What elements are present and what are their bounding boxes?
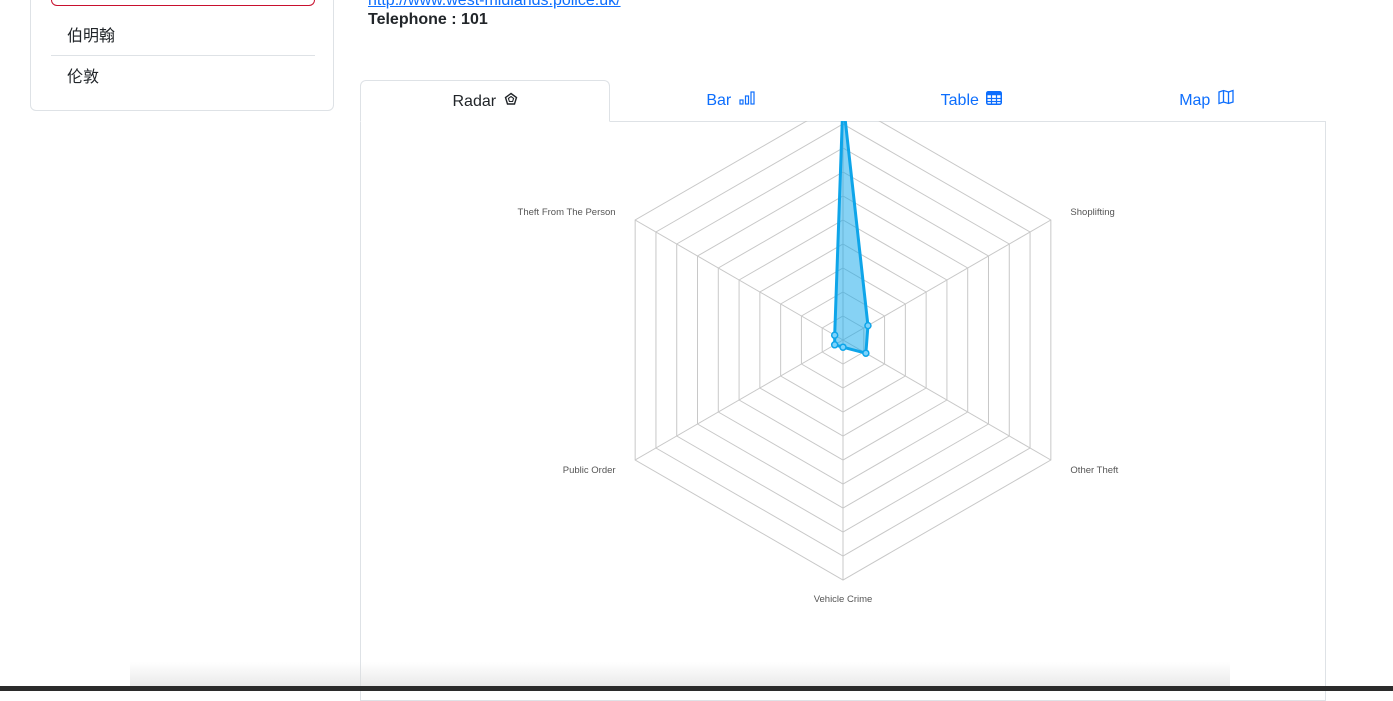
- radar-axis-label: Vehicle Crime: [814, 594, 873, 605]
- tab-bar-label: Bar: [706, 92, 732, 110]
- sidebar-item-birmingham[interactable]: 伯明翰: [51, 16, 315, 56]
- city-list-card: 伯明翰 伦敦: [30, 0, 334, 111]
- telephone-text: Telephone : 101: [368, 11, 488, 28]
- radar-data-point[interactable]: [830, 341, 839, 349]
- radar-axis-label: Theft From The Person: [518, 207, 616, 218]
- radar-data-point[interactable]: [839, 343, 847, 351]
- table-icon: [986, 80, 1003, 122]
- tab-bar[interactable]: Bar: [610, 80, 851, 122]
- sidebar-item-london[interactable]: 伦敦: [51, 57, 315, 97]
- radar-axis-label: Other Theft: [1070, 465, 1118, 476]
- map-icon: [1218, 80, 1234, 122]
- window-shadow: [130, 662, 1230, 686]
- window-bottom-edge: [0, 686, 1393, 691]
- bar-chart-icon: [739, 80, 755, 122]
- tab-radar-label: Radar: [452, 93, 497, 111]
- radar-axis-label: Shoplifting: [1070, 207, 1114, 218]
- radar-data-point[interactable]: [862, 349, 870, 357]
- tab-table[interactable]: Table: [851, 80, 1092, 122]
- tab-radar[interactable]: Radar: [360, 80, 610, 122]
- police-website-link[interactable]: http://www.west-midlands.police.uk/: [368, 0, 621, 10]
- radar-data-point[interactable]: [864, 321, 872, 330]
- radar-series: [830, 121, 872, 357]
- selected-city-item[interactable]: [51, 0, 315, 6]
- radar-axis-labels: Violent CrimeShopliftingOther TheftVehic…: [518, 207, 1119, 605]
- radar-series-area: [833, 121, 870, 355]
- tab-map[interactable]: Map: [1086, 80, 1327, 122]
- radar-axis-label: Public Order: [563, 465, 616, 476]
- tab-table-label: Table: [940, 92, 979, 110]
- radar-chart: Violent CrimeShopliftingOther TheftVehic…: [518, 121, 1119, 605]
- radar-data-point[interactable]: [830, 331, 839, 339]
- pentagon-icon: [504, 81, 518, 123]
- tab-map-label: Map: [1179, 92, 1211, 110]
